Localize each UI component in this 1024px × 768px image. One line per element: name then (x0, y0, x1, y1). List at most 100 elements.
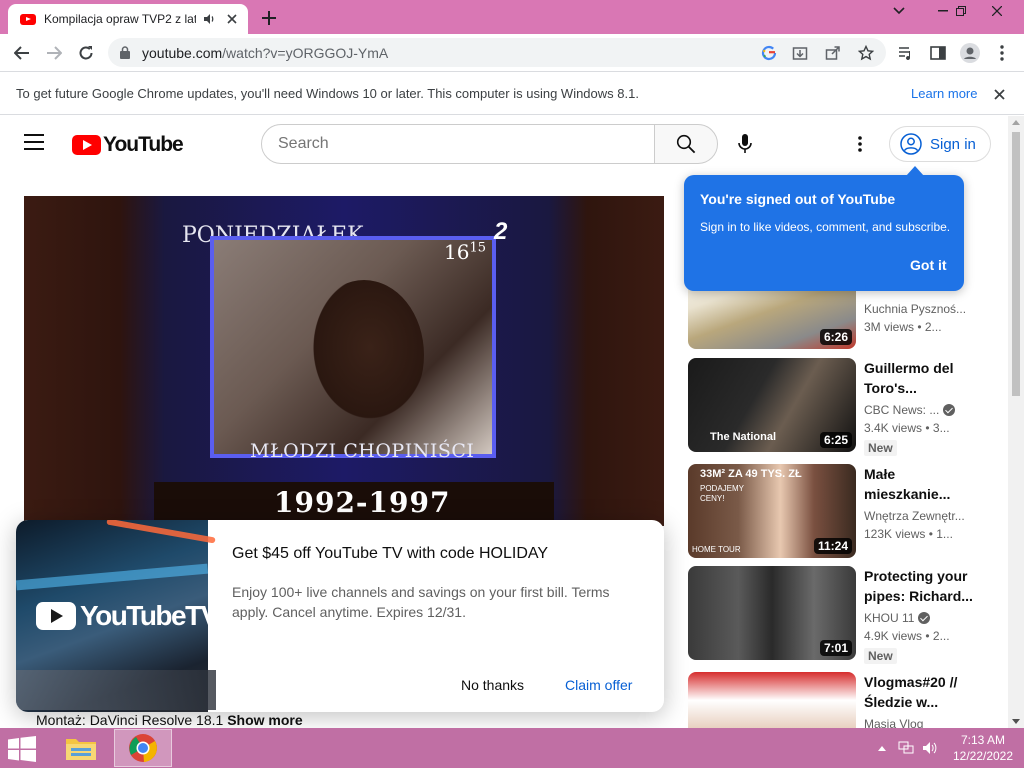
back-button[interactable] (10, 41, 34, 65)
no-thanks-button[interactable]: No thanks (461, 677, 524, 693)
scrollbar-thumb[interactable] (1012, 132, 1020, 396)
video-time-text: 1615 (444, 240, 486, 264)
new-badge: New (864, 648, 897, 664)
channel-name[interactable]: KHOU 11 (864, 611, 931, 625)
media-controls-icon[interactable] (894, 41, 918, 65)
network-icon[interactable] (898, 740, 914, 756)
profile-icon[interactable] (958, 41, 982, 65)
share-icon[interactable] (824, 44, 842, 62)
account-icon (900, 133, 922, 155)
windows-start-button[interactable] (8, 736, 38, 762)
window-close-button[interactable] (980, 0, 1014, 22)
file-explorer-button[interactable] (52, 729, 110, 767)
channel-name[interactable]: Masia Vlog (864, 717, 923, 728)
promo-headline: Get $45 off YouTube TV with code HOLIDAY (232, 545, 549, 562)
settings-kebab-icon[interactable] (848, 132, 872, 156)
browser-toolbar: youtube.com/watch?v=yORGGOJ-YmA (0, 34, 1024, 72)
windows-logo-icon (8, 736, 36, 762)
channel-name[interactable]: CBC News: ... (864, 403, 956, 417)
new-tab-button[interactable] (258, 8, 280, 28)
got-it-button[interactable]: Got it (910, 257, 947, 273)
address-bar[interactable]: youtube.com/watch?v=yORGGOJ-YmA (108, 38, 886, 67)
youtube-favicon-icon (20, 13, 36, 25)
youtube-tv-promo-art: YouTubeTV (16, 520, 219, 712)
video-meta: 3M views • 2... (864, 320, 942, 334)
youtube-tv-promo-dialog: YouTubeTV Get $45 off YouTube TV with co… (16, 520, 664, 712)
lock-icon[interactable] (120, 46, 130, 64)
video-description: Montaż: DaVinci Resolve 18.1 Show more (36, 712, 303, 728)
voice-search-button[interactable] (727, 126, 763, 162)
browser-titlebar: Kompilacja opraw TVP2 z lat (0, 0, 1024, 34)
video-thumbnail[interactable]: 7:01 (688, 566, 856, 660)
video-player[interactable]: PONIEDZIAŁEK 2 1615 MŁODZI CHOPINIŚCI 19… (24, 196, 664, 526)
tooltip-title: You're signed out of YouTube (700, 191, 896, 207)
video-frame-picture (210, 236, 496, 458)
youtube-tv-play-icon (36, 602, 76, 630)
forward-button[interactable] (42, 41, 66, 65)
url-text[interactable]: youtube.com/watch?v=yORGGOJ-YmA (142, 45, 388, 61)
browser-tab[interactable]: Kompilacja opraw TVP2 z lat (8, 4, 248, 34)
youtube-logo[interactable]: YouTube (72, 133, 184, 157)
chrome-icon (129, 734, 157, 762)
video-thumbnail[interactable]: 33M² ZA 49 TYS. ZŁ PODAJEMY CENY! HOME T… (688, 464, 856, 558)
youtube-tv-logo: YouTubeTV (36, 600, 219, 632)
claim-offer-button[interactable]: Claim offer (565, 677, 632, 693)
video-thumbnail[interactable] (688, 672, 856, 728)
search-box (261, 124, 655, 164)
reload-button[interactable] (74, 41, 98, 65)
list-item[interactable]: The National 6:25 Guillermo del Toro's..… (688, 358, 994, 458)
search-button[interactable] (654, 124, 718, 164)
infobar-close-icon[interactable] (990, 85, 1008, 103)
infobar-message: To get future Google Chrome updates, you… (16, 86, 639, 101)
scroll-down-icon[interactable] (1012, 719, 1020, 724)
list-item[interactable]: Vlogmas#20 // Śledzie w... Masia Vlog (688, 672, 994, 728)
sign-in-button[interactable]: Sign in (889, 126, 991, 162)
chrome-menu-icon[interactable] (990, 41, 1014, 65)
video-meta: 4.9K views • 2... (864, 629, 950, 643)
video-meta: 123K views • 1... (864, 527, 953, 541)
channel-name[interactable]: Kuchnia Pysznoś... (864, 302, 966, 316)
video-thumbnail[interactable]: The National 6:25 (688, 358, 856, 452)
search-input[interactable] (278, 135, 638, 153)
list-item[interactable]: 33M² ZA 49 TYS. ZŁ PODAJEMY CENY! HOME T… (688, 464, 994, 558)
youtube-play-icon (72, 135, 101, 155)
video-title[interactable]: Małe mieszkanie... (864, 464, 974, 504)
channel-name[interactable]: Wnętrza Zewnętr... (864, 509, 965, 523)
volume-icon[interactable] (922, 740, 938, 756)
tray-overflow-icon[interactable] (874, 740, 890, 756)
page-scrollbar[interactable] (1008, 116, 1024, 728)
promo-body: Enjoy 100+ live channels and savings on … (232, 584, 610, 620)
system-clock[interactable]: 7:13 AM 12/22/2022 (950, 732, 1016, 764)
video-title[interactable]: Guillermo del Toro's... (864, 358, 974, 398)
show-more-button[interactable]: Show more (227, 712, 302, 728)
new-badge: New (864, 440, 897, 456)
tab-title: Kompilacja opraw TVP2 z lat (44, 12, 196, 26)
verified-icon (943, 404, 956, 416)
restore-button[interactable] (944, 0, 978, 22)
video-day-text: PONIEDZIAŁEK (182, 225, 364, 247)
search-icon (676, 134, 696, 154)
learn-more-link[interactable]: Learn more (911, 86, 977, 101)
video-meta: 3.4K views • 3... (864, 421, 950, 435)
update-infobar: To get future Google Chrome updates, you… (0, 72, 1024, 115)
video-caption: MŁODZI CHOPINIŚCI (250, 440, 475, 462)
side-panel-icon[interactable] (926, 41, 950, 65)
menu-icon[interactable] (24, 134, 48, 154)
list-item[interactable]: 7:01 Protecting your pipes: Richard... K… (688, 566, 994, 666)
speaker-icon[interactable] (202, 12, 216, 26)
chrome-taskbar-button[interactable] (114, 729, 172, 767)
bookmark-star-icon[interactable] (857, 44, 875, 62)
windows-taskbar: 7:13 AM 12/22/2022 (0, 728, 1024, 768)
install-app-icon[interactable] (791, 44, 809, 62)
video-title[interactable]: Vlogmas#20 // Śledzie w... (864, 672, 974, 712)
google-lens-icon[interactable] (760, 44, 778, 62)
tab-search-chevron-icon[interactable] (882, 0, 916, 22)
verified-icon (918, 612, 931, 624)
video-title[interactable]: Protecting your pipes: Richard... (864, 566, 974, 606)
video-years: 1992-1997 (274, 486, 451, 519)
tooltip-body: Sign in to like videos, comment, and sub… (700, 220, 951, 234)
scroll-up-icon[interactable] (1012, 120, 1020, 125)
youtube-header: YouTube Sign in (0, 116, 1008, 172)
microphone-icon (738, 134, 752, 153)
tab-close-icon[interactable] (224, 11, 240, 27)
